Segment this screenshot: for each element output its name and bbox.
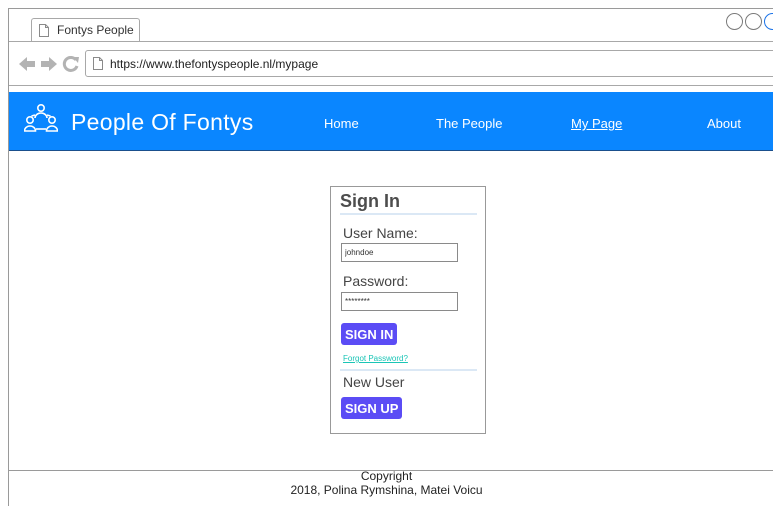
window-controls: [726, 13, 773, 31]
site-header: People Of Fontys Home The People My Page…: [9, 92, 773, 151]
maximize-button[interactable]: [745, 13, 762, 30]
signin-heading: Sign In: [340, 191, 400, 211]
username-input[interactable]: [341, 243, 458, 262]
heading-divider: [340, 213, 477, 215]
password-input[interactable]: [341, 292, 458, 311]
nav-home[interactable]: Home: [324, 116, 359, 131]
close-button[interactable]: [764, 13, 773, 30]
site-title: People Of Fontys: [71, 109, 254, 135]
url-text: https://www.thefontyspeople.nl/mypage: [110, 57, 319, 71]
signup-button[interactable]: SIGN UP: [341, 397, 403, 419]
password-label: Password:: [343, 273, 409, 289]
page-icon: [93, 57, 103, 70]
footer-authors: 2018, Polina Rymshina, Matei Voicu: [290, 483, 483, 497]
people-group-icon: [24, 103, 58, 132]
username-label: User Name:: [343, 225, 418, 241]
forgot-password-link[interactable]: Forgot Password?: [343, 354, 408, 363]
newuser-divider: [340, 369, 477, 371]
address-bar[interactable]: https://www.thefontyspeople.nl/mypage: [85, 50, 773, 77]
nav-my-page[interactable]: My Page: [571, 116, 622, 131]
browser-toolbar: https://www.thefontyspeople.nl/mypage: [9, 42, 773, 86]
signin-panel: Sign In User Name: Password: SIGN IN For…: [330, 186, 486, 434]
minimize-button[interactable]: [726, 13, 743, 30]
reload-icon[interactable]: [62, 56, 80, 72]
page-icon: [39, 24, 49, 37]
newuser-heading: New User: [343, 374, 405, 390]
tab-title: Fontys People: [57, 23, 134, 37]
tab-strip: Fontys People: [9, 9, 773, 42]
nav-the-people[interactable]: The People: [436, 116, 503, 131]
browser-tab[interactable]: Fontys People: [31, 18, 140, 42]
forward-arrow-icon[interactable]: [40, 56, 58, 72]
signin-button[interactable]: SIGN IN: [341, 323, 398, 345]
back-arrow-icon[interactable]: [18, 56, 36, 72]
footer-copyright: Copyright: [360, 469, 413, 483]
footer: Copyright 2018, Polina Rymshina, Matei V…: [0, 469, 773, 497]
browser-window: Fontys People https://www.thefontyspeopl…: [8, 8, 773, 506]
nav-about[interactable]: About: [707, 116, 741, 131]
